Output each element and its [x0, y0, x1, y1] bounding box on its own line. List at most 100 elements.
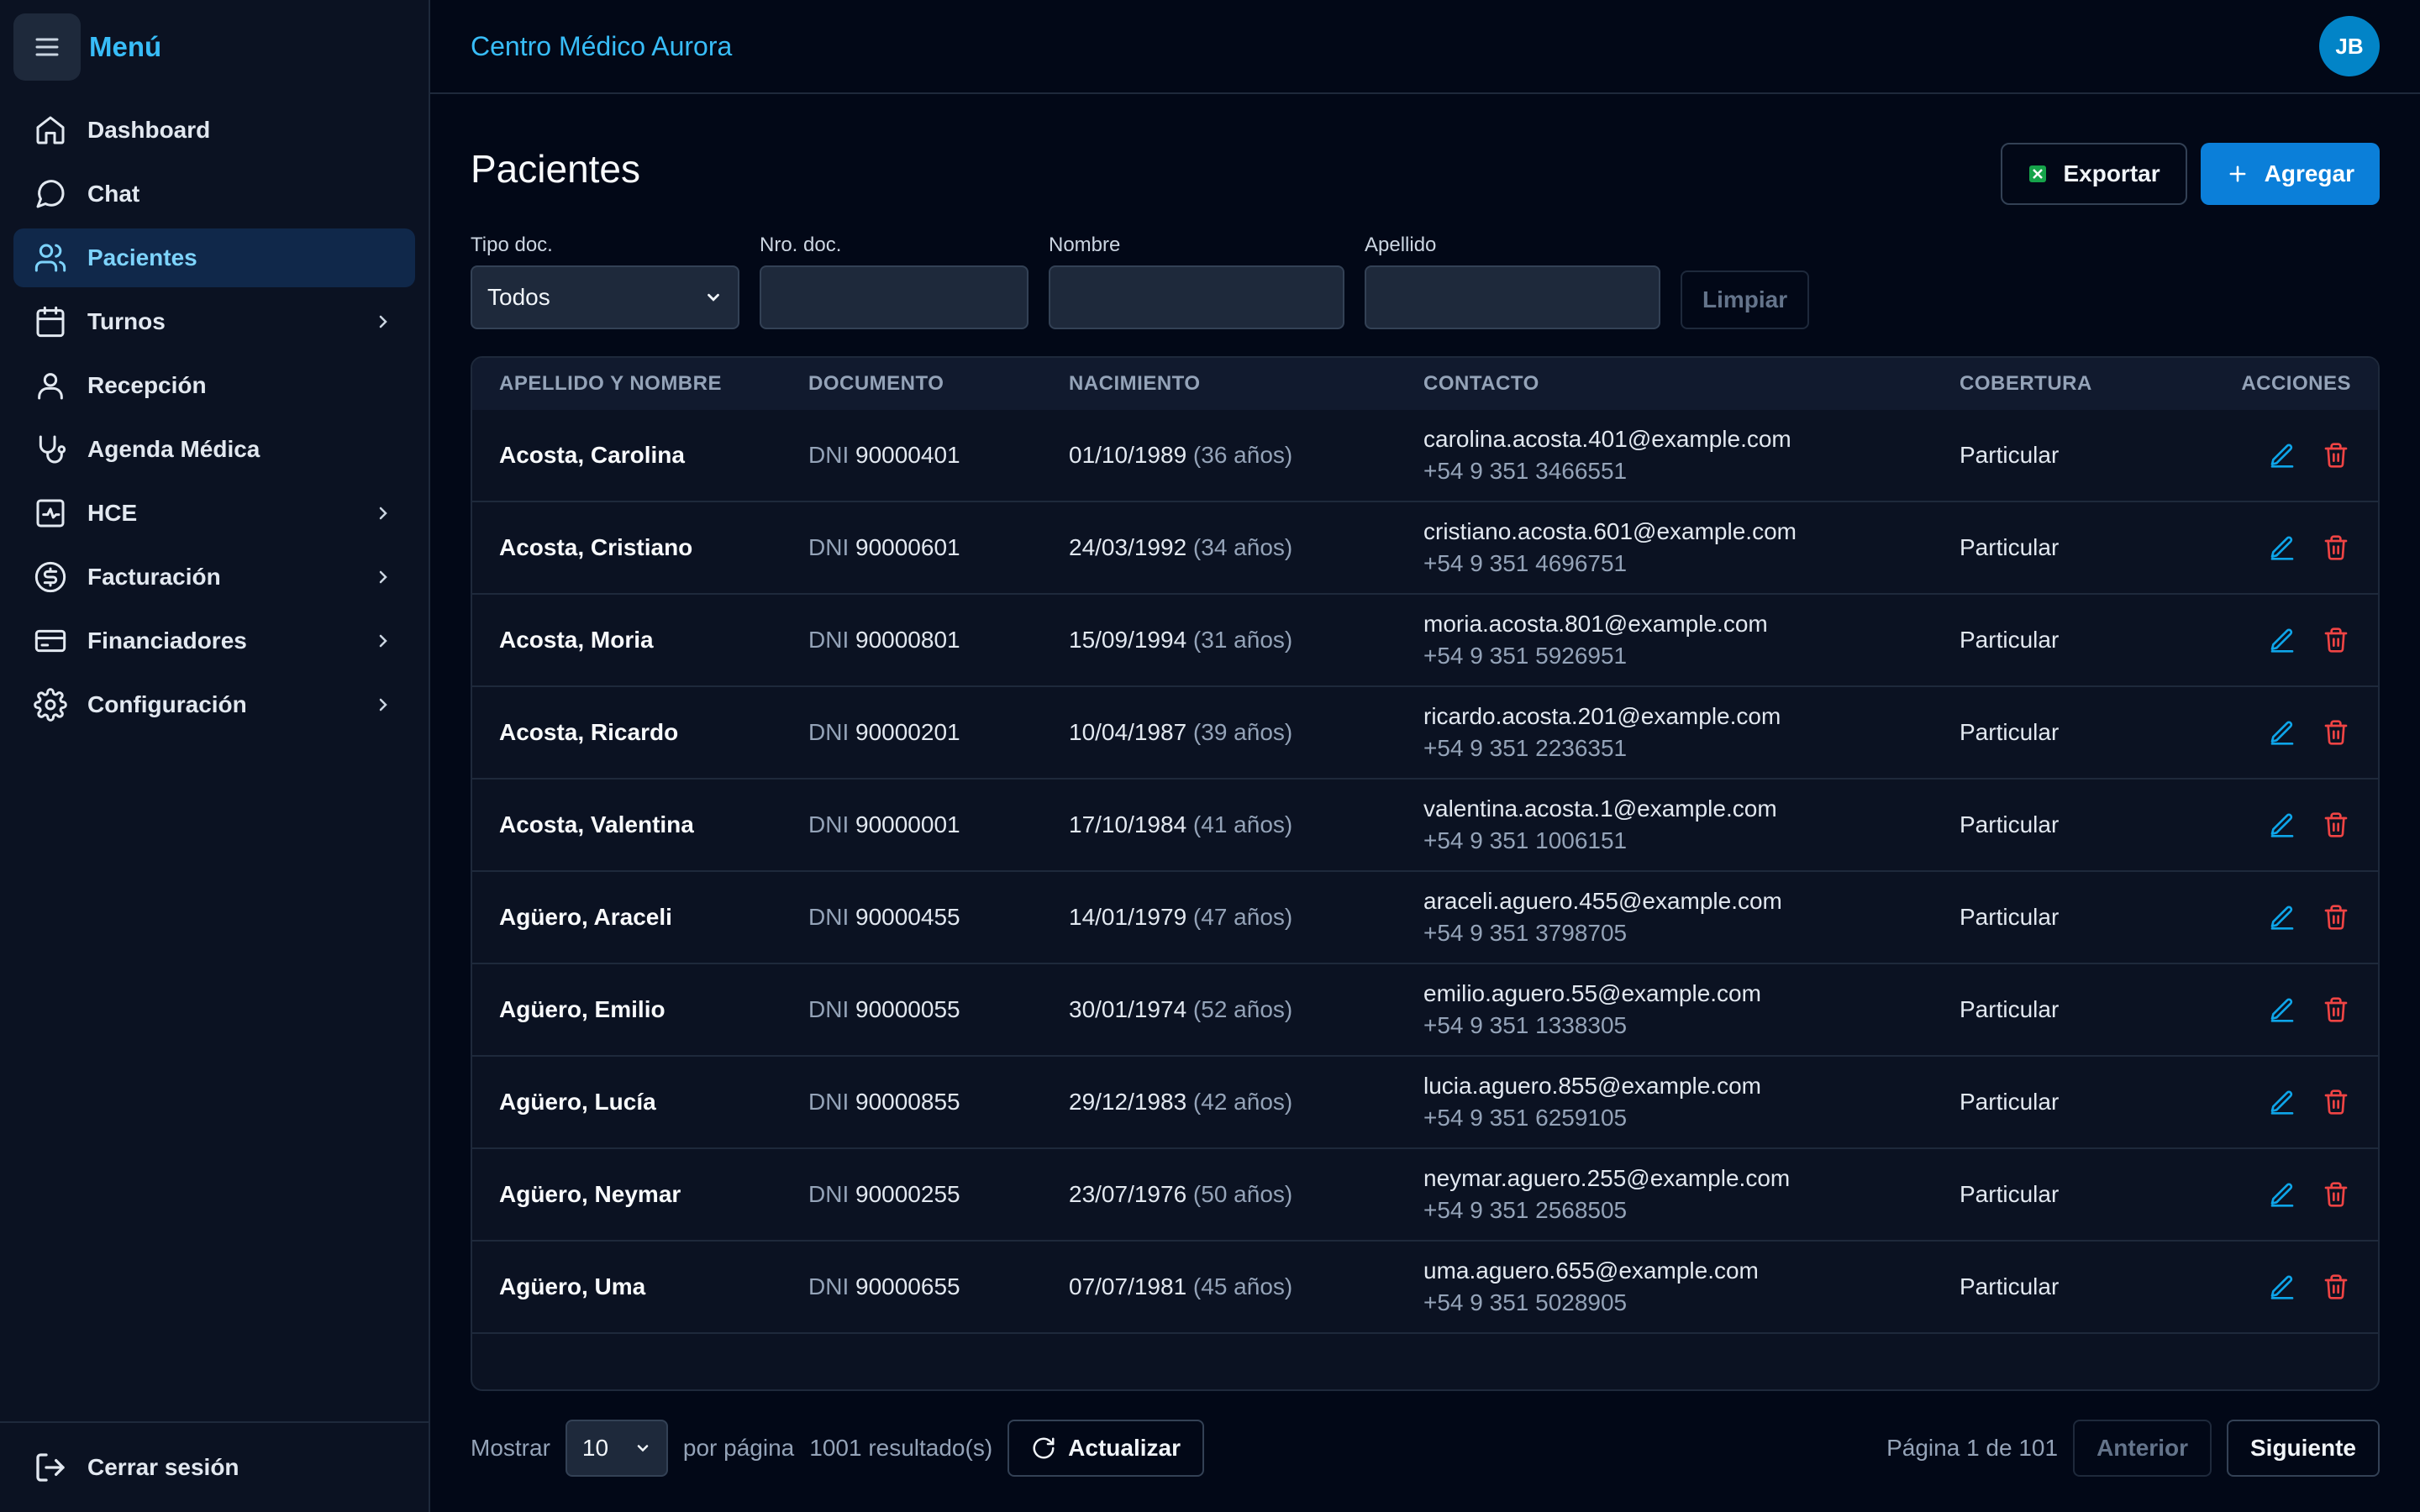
- patient-birth: 07/07/1981 (45 años): [1069, 1273, 1423, 1300]
- edit-button[interactable]: [2267, 625, 2297, 655]
- doc-type: DNI: [808, 719, 850, 745]
- patient-birth: 01/10/1989 (36 años): [1069, 442, 1423, 469]
- nro-doc-label: Nro. doc.: [760, 234, 842, 256]
- patients-table: APELLIDO Y NOMBRE DOCUMENTO NACIMIENTO CONT…: [471, 356, 2380, 1391]
- table-row[interactable]: Agüero, Neymar DNI 90000255 23/07/1976 (50…: [472, 1149, 2378, 1242]
- refresh-label: Actualizar: [1068, 1435, 1181, 1461]
- page-title: Pacientes: [471, 147, 641, 191]
- table-row[interactable]: Acosta, Moria DNI 90000801 15/09/1994 (31 …: [472, 595, 2378, 687]
- table-row[interactable]: Agüero, Lucía DNI 90000855 29/12/1983 (42 …: [472, 1057, 2378, 1149]
- trash-icon: [2324, 1182, 2348, 1207]
- delete-button[interactable]: [2321, 1087, 2351, 1117]
- patient-birth: 23/07/1976 (50 años): [1069, 1181, 1423, 1208]
- table-row[interactable]: Acosta, Valentina DNI 90000001 17/10/1984 …: [472, 780, 2378, 872]
- export-button[interactable]: Exportar: [2001, 143, 2187, 205]
- delete-button[interactable]: [2321, 533, 2351, 563]
- sidebar-item-configuración[interactable]: Configuración: [13, 675, 415, 734]
- edit-button[interactable]: [2267, 995, 2297, 1025]
- page-info: Página 1 de 101: [1886, 1435, 2059, 1461]
- patient-coverage: Particular: [1960, 1089, 2060, 1115]
- apellido-input[interactable]: [1365, 265, 1660, 329]
- pencil-icon: [2270, 444, 2294, 468]
- sidebar-item-label: Financiadores: [87, 627, 247, 654]
- delete-button[interactable]: [2321, 1272, 2351, 1302]
- table-row[interactable]: Agüero, Uma DNI 90000655 07/07/1981 (45 añ…: [472, 1242, 2378, 1334]
- column-header: COBERTURA: [1960, 372, 2092, 395]
- tipo-doc-label: Tipo doc.: [471, 234, 553, 256]
- delete-button[interactable]: [2321, 717, 2351, 748]
- patient-email: uma.aguero.655@example.com: [1423, 1257, 1759, 1284]
- chevron-right-icon: [379, 315, 387, 328]
- delete-button[interactable]: [2321, 995, 2351, 1025]
- sidebar-item-dashboard[interactable]: Dashboard: [13, 101, 415, 160]
- users-icon: [34, 241, 67, 275]
- nombre-input[interactable]: [1049, 265, 1344, 329]
- sidebar-item-financiadores[interactable]: Financiadores: [13, 612, 415, 670]
- table-row[interactable]: Agüero, Araceli DNI 90000455 14/01/1979 (4…: [472, 872, 2378, 964]
- apellido-label: Apellido: [1365, 234, 1437, 256]
- patient-age: (50 años): [1192, 1181, 1293, 1207]
- per-page-select[interactable]: 10: [565, 1420, 668, 1477]
- patient-email: carolina.acosta.401@example.com: [1423, 426, 1791, 452]
- avatar[interactable]: JB: [2319, 16, 2380, 76]
- patient-contact: valentina.acosta.1@example.com +54 9 351 …: [1423, 793, 1960, 857]
- menu-toggle-button[interactable]: [13, 13, 81, 81]
- delete-button[interactable]: [2321, 902, 2351, 932]
- delete-button[interactable]: [2321, 440, 2351, 470]
- edit-button[interactable]: [2267, 810, 2297, 840]
- app: Menú Dashboard Chat Pacientes Turnos Recepci…: [0, 0, 2420, 1512]
- show-label: Mostrar: [471, 1435, 550, 1461]
- sidebar-item-facturación[interactable]: Facturación: [13, 548, 415, 606]
- logout-button[interactable]: Cerrar sesión: [0, 1421, 429, 1512]
- delete-button[interactable]: [2321, 625, 2351, 655]
- sidebar-item-chat[interactable]: Chat: [13, 165, 415, 223]
- refresh-icon: [1031, 1436, 1056, 1461]
- dollar-icon: [34, 560, 67, 594]
- add-patient-button[interactable]: Agregar: [2200, 143, 2380, 205]
- sidebar-item-pacientes[interactable]: Pacientes: [13, 228, 415, 287]
- patient-contact: araceli.aguero.455@example.com +54 9 351 …: [1423, 885, 1960, 949]
- doc-number: 90000255: [855, 1181, 960, 1207]
- patient-phone: +54 9 351 1006151: [1423, 827, 1628, 853]
- tipo-doc-select[interactable]: Todos: [471, 265, 739, 329]
- table-row[interactable]: Acosta, Ricardo DNI 90000201 10/04/1987 (3…: [472, 687, 2378, 780]
- edit-button[interactable]: [2267, 533, 2297, 563]
- next-page-button[interactable]: Siguiente: [2226, 1420, 2380, 1477]
- patient-phone: +54 9 351 4696751: [1423, 550, 1628, 576]
- table-row[interactable]: Acosta, Cristiano DNI 90000601 24/03/1992 …: [472, 502, 2378, 595]
- nro-doc-input[interactable]: [760, 265, 1028, 329]
- patient-email: ricardo.acosta.201@example.com: [1423, 703, 1781, 729]
- edit-button[interactable]: [2267, 717, 2297, 748]
- sidebar-item-agenda-médica[interactable]: Agenda Médica: [13, 420, 415, 479]
- doc-number: 90000455: [855, 904, 960, 930]
- table-row[interactable]: Agüero, Emilio DNI 90000055 30/01/1974 (52…: [472, 964, 2378, 1057]
- prev-page-button[interactable]: Anterior: [2073, 1420, 2212, 1477]
- nombre-label: Nombre: [1049, 234, 1121, 256]
- patient-coverage: Particular: [1960, 1273, 2060, 1299]
- edit-button[interactable]: [2267, 440, 2297, 470]
- doc-type: DNI: [808, 996, 850, 1022]
- doc-number: 90000401: [855, 442, 960, 468]
- edit-button[interactable]: [2267, 902, 2297, 932]
- table-row[interactable]: Acosta, Carolina DNI 90000401 01/10/1989 (…: [472, 410, 2378, 502]
- clear-filters-button[interactable]: Limpiar: [1681, 270, 1810, 329]
- patient-phone: +54 9 351 2236351: [1423, 735, 1628, 761]
- sidebar-item-turnos[interactable]: Turnos: [13, 292, 415, 351]
- edit-button[interactable]: [2267, 1179, 2297, 1210]
- patient-email: araceli.aguero.455@example.com: [1423, 888, 1782, 914]
- edit-button[interactable]: [2267, 1087, 2297, 1117]
- patient-age: (52 años): [1192, 996, 1293, 1022]
- refresh-button[interactable]: Actualizar: [1007, 1420, 1204, 1477]
- column-header: NACIMIENTO: [1069, 372, 1201, 395]
- sidebar-item-hce[interactable]: HCE: [13, 484, 415, 543]
- sidebar-item-recepción[interactable]: Recepción: [13, 356, 415, 415]
- trash-icon: [2324, 1274, 2348, 1299]
- patient-birth: 24/03/1992 (34 años): [1069, 534, 1423, 561]
- delete-button[interactable]: [2321, 810, 2351, 840]
- delete-button[interactable]: [2321, 1179, 2351, 1210]
- edit-button[interactable]: [2267, 1272, 2297, 1302]
- patient-document: DNI 90000201: [808, 719, 1069, 746]
- chevron-down-icon: [708, 293, 719, 302]
- patient-document: DNI 90000255: [808, 1181, 1069, 1208]
- brand-title: Centro Médico Aurora: [471, 30, 733, 61]
